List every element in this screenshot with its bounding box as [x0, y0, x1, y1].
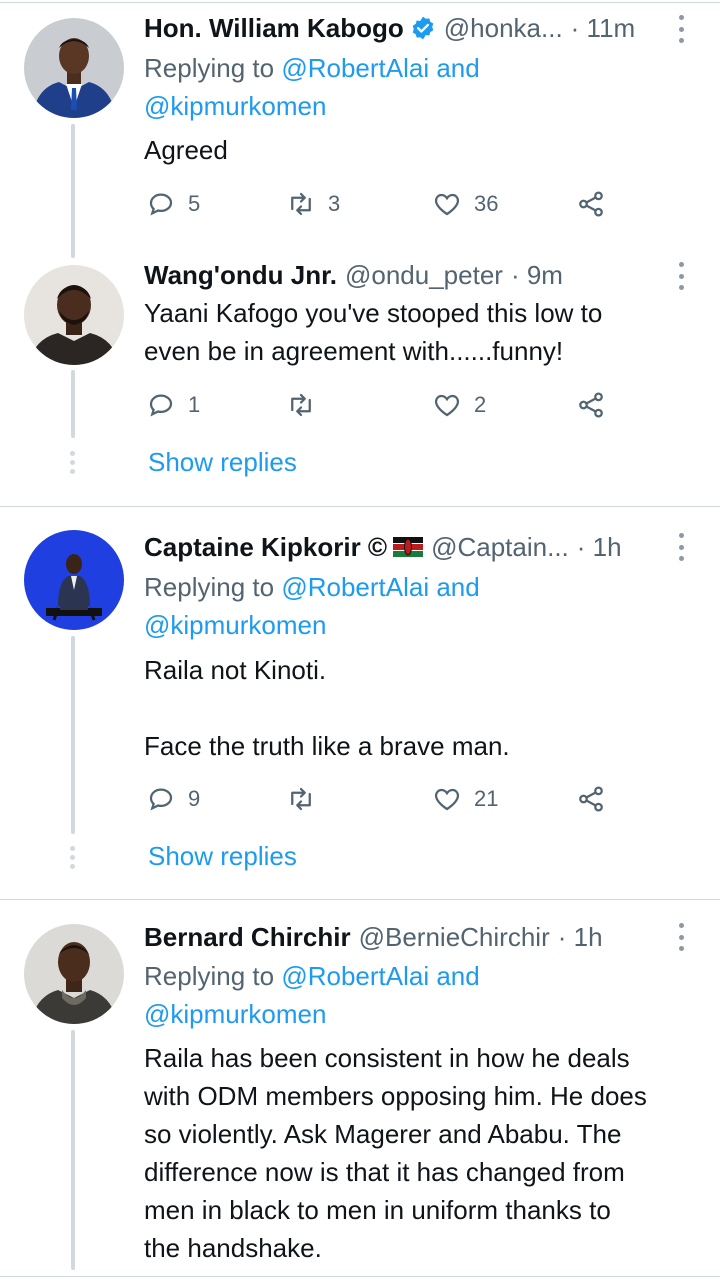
replying-to: Replying to @RobertAlai and @kipmurkomen [144, 568, 480, 644]
tweet-separator [0, 899, 720, 900]
user-handle[interactable]: @Captain... [431, 532, 569, 563]
tweet-text: Raila has been consistent in how he deal… [144, 1039, 700, 1267]
tweet-text-line: Yaani Kafogo you've stooped this low to [144, 298, 603, 328]
tweet-text-line: with ODM members opposing him. He does [144, 1081, 647, 1111]
replying-to-label: Replying to [144, 961, 275, 991]
avatar-kipkorir[interactable] [24, 530, 124, 630]
show-replies-link[interactable]: Show replies [148, 841, 297, 872]
share-button[interactable] [576, 189, 606, 219]
mention-link[interactable]: @kipmurkomen [144, 610, 326, 640]
tweet-header: Bernard Chirchir @BernieChirchir · 1h [144, 917, 603, 957]
timestamp[interactable]: · 1h [577, 532, 622, 563]
tweet-text-line: even be in agreement with......funny! [144, 336, 564, 366]
retweet-button[interactable] [286, 784, 316, 814]
share-icon [579, 392, 603, 418]
reply-count: 1 [188, 392, 201, 417]
mention-link[interactable]: @RobertAlai and [281, 53, 479, 83]
mention-link[interactable]: @RobertAlai and [281, 961, 479, 991]
tweet-text-line: difference now is that it has changed fr… [144, 1157, 625, 1187]
share-icon [579, 786, 603, 812]
tweet-header: Wang'ondu Jnr. @ondu_peter · 9m [144, 255, 563, 295]
retweet-icon [291, 393, 311, 417]
speech-bubble-icon [149, 193, 173, 216]
timestamp[interactable]: · 1h [558, 922, 603, 953]
thread-line [71, 370, 75, 438]
tweet-separator [0, 506, 720, 507]
avatar-wangondu[interactable] [24, 265, 124, 365]
speech-bubble-icon [149, 394, 173, 417]
like-button[interactable]: 36 [432, 189, 498, 219]
tweet-text-line: so violently. Ask Magerer and Ababu. The [144, 1119, 622, 1149]
verified-badge-icon [412, 16, 434, 40]
timestamp[interactable]: · 11m [571, 13, 636, 44]
like-count: 36 [474, 191, 499, 216]
replying-to: Replying to @RobertAlai and @kipmurkomen [144, 49, 480, 125]
share-icon [579, 191, 603, 217]
tweet-text-line: Raila not Kinoti. [144, 655, 327, 685]
reply-count: 9 [188, 786, 201, 811]
reply-button[interactable]: 5 [146, 189, 200, 219]
share-button[interactable] [576, 784, 606, 814]
avatar-chirchir[interactable] [24, 924, 124, 1024]
tweet-text-line: Raila has been consistent in how he deal… [144, 1043, 630, 1073]
retweet-button[interactable] [286, 390, 316, 420]
reply-button[interactable]: 9 [146, 784, 200, 814]
mention-link[interactable]: @kipmurkomen [144, 999, 326, 1029]
reply-button[interactable]: 1 [146, 390, 200, 420]
heart-icon [434, 193, 460, 216]
replying-to-label: Replying to [144, 572, 275, 602]
display-name[interactable]: Hon. William Kabogo [144, 13, 404, 44]
user-handle[interactable]: @BernieChirchir [359, 922, 550, 953]
heart-icon [434, 394, 460, 417]
display-name[interactable]: Bernard Chirchir [144, 922, 351, 953]
like-button[interactable]: 21 [432, 784, 498, 814]
more-options-icon[interactable] [676, 262, 686, 290]
user-handle[interactable]: @ondu_peter [345, 260, 503, 291]
more-options-icon[interactable] [676, 533, 686, 561]
tweet-text: Agreed [144, 135, 228, 165]
like-count: 2 [474, 392, 487, 417]
tweet-header: Hon. William Kabogo @honka... · 11m [144, 8, 635, 48]
tweet-text-line: men in black to men in uniform thanks to [144, 1195, 611, 1225]
user-handle[interactable]: @honka... [444, 13, 563, 44]
retweet-icon [291, 787, 311, 811]
thread-dots [70, 451, 76, 478]
replying-to: Replying to @RobertAlai and @kipmurkomen [144, 957, 480, 1033]
thread-line [71, 636, 75, 834]
tweet-text: Yaani Kafogo you've stooped this low to … [144, 294, 700, 370]
bottom-separator [0, 1276, 720, 1277]
display-name[interactable]: Captaine Kipkorir © [144, 532, 387, 563]
thread-line [71, 1030, 75, 1270]
like-button[interactable]: 2 [432, 390, 486, 420]
replying-to-label: Replying to [144, 53, 275, 83]
retweet-icon [291, 192, 311, 216]
mention-link[interactable]: @RobertAlai and [281, 572, 479, 602]
thread-dots [70, 846, 76, 873]
mention-link[interactable]: @kipmurkomen [144, 91, 326, 121]
more-options-icon[interactable] [676, 15, 686, 43]
tweet-text-line: the handshake. [144, 1233, 322, 1263]
heart-icon [434, 788, 460, 811]
more-options-icon[interactable] [676, 923, 686, 951]
reply-count: 5 [188, 191, 201, 216]
tweet-text-line: Face the truth like a brave man. [144, 731, 510, 761]
retweet-count: 3 [328, 191, 341, 216]
like-count: 21 [474, 786, 499, 811]
avatar-kabogo[interactable] [24, 18, 124, 118]
speech-bubble-icon [149, 788, 173, 811]
top-separator [0, 2, 720, 3]
retweet-button[interactable]: 3 [286, 189, 340, 219]
tweet-header: Captaine Kipkorir © @Captain... · 1h [144, 527, 622, 567]
share-button[interactable] [576, 390, 606, 420]
show-replies-link[interactable]: Show replies [148, 447, 297, 478]
timestamp[interactable]: · 9m [511, 260, 563, 291]
display-name[interactable]: Wang'ondu Jnr. [144, 260, 337, 291]
thread-line [71, 124, 75, 258]
kenya-flag-icon [393, 537, 424, 557]
